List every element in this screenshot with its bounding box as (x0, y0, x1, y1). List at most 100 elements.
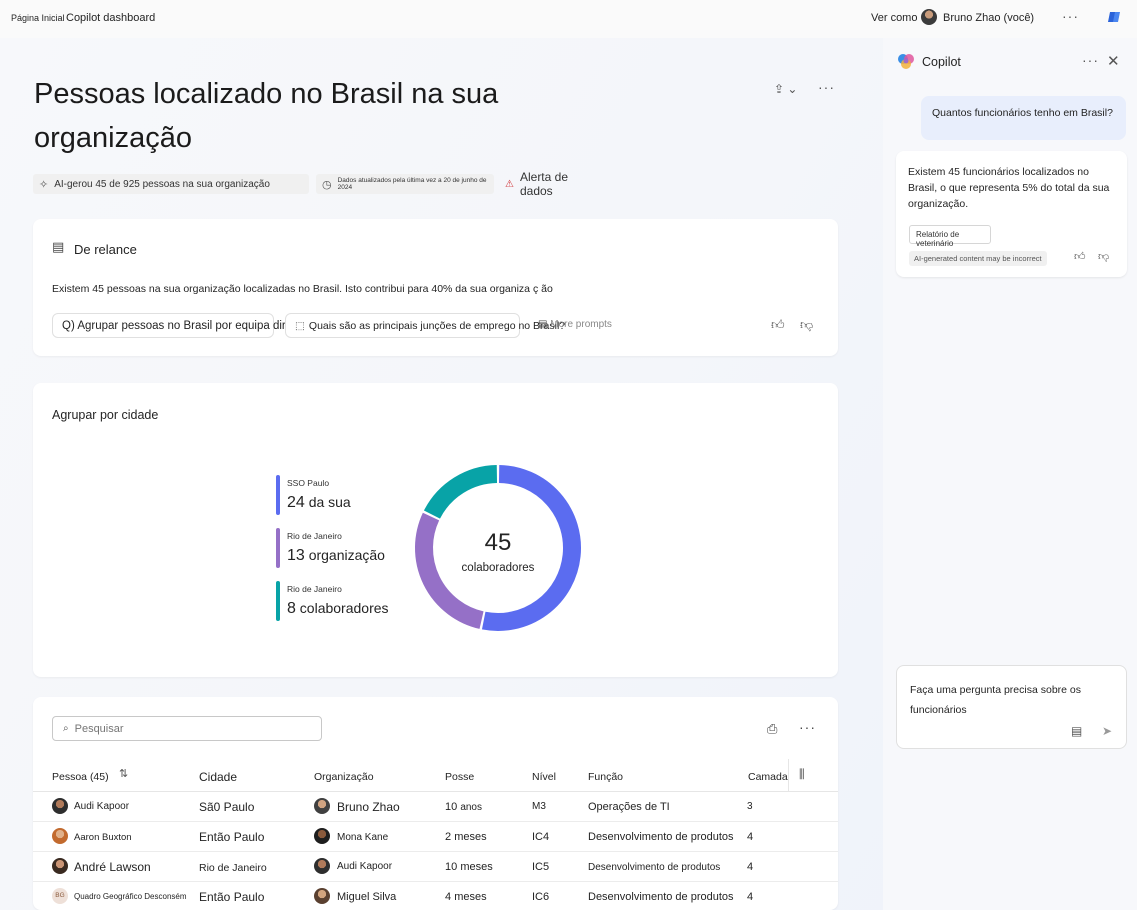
cell-layer: 4 (747, 831, 754, 843)
cell-organization: Bruno Zhao (337, 800, 400, 814)
search-input[interactable] (74, 722, 295, 735)
thumbs-up-icon[interactable]: 👍︎ (1074, 250, 1086, 263)
legend-name: Rio de Janeiro (287, 584, 342, 594)
table-row[interactable]: Aaron Buxton Então Paulo Mona Kane 2 mes… (33, 822, 838, 852)
prompt-label: Quais são as principais junções de empre… (308, 319, 566, 332)
data-updated-chip: ◷ Dados atualizados pela última vez a 20… (316, 174, 494, 194)
close-icon[interactable]: ✕ (1107, 52, 1120, 70)
person-avatar (52, 798, 68, 814)
ai-generated-text: AI-gerou 45 de 925 pessoas na sua organi… (54, 178, 270, 190)
columns-icon: ⫼ (799, 767, 805, 781)
top-more-icon[interactable]: ··· (1062, 8, 1079, 24)
breadcrumb-home[interactable]: Página Inicial (11, 13, 65, 23)
cell-city: Rio de Janeiro (199, 862, 267, 874)
donut-center-label: colaboradores (462, 562, 535, 574)
glance-title: De relance (74, 242, 137, 257)
cell-function: Desenvolvimento de produtos (588, 891, 734, 903)
table-row[interactable]: André Lawson Rio de Janeiro Audi Kapoor … (33, 852, 838, 882)
tenure-number: 10 (445, 801, 458, 813)
reference-chip[interactable]: Relatório de veterinário (909, 225, 991, 248)
people-table-card: ⌕ ⎙ ··· Pessoa (45) ⇅ Cidade Organização… (33, 697, 838, 910)
tenure-number: 2 (445, 831, 452, 843)
prompt-top-job-functions[interactable]: ⬚ Quais são as principais junções de emp… (285, 313, 565, 338)
legend-value-row: 8 colaboradores (287, 600, 389, 618)
chat-composer[interactable]: Faça uma pergunta precisa sobre os funci… (896, 665, 1127, 749)
cell-organization: Mona Kane (337, 832, 389, 843)
export-icon[interactable]: ⎙ (767, 721, 777, 737)
cell-function: Desenvolvimento de produtos (588, 831, 734, 843)
cell-city: Então Paulo (199, 890, 265, 904)
copilot-more-icon[interactable]: ··· (1082, 52, 1099, 68)
warning-icon: ⚠ (505, 178, 514, 190)
tenure-number: 10 (445, 861, 458, 873)
person-avatar (52, 858, 68, 874)
user-message-text: Quantos funcionários tenho em Brasil? (932, 107, 1113, 119)
prompt-library-icon[interactable]: ▤ (1071, 724, 1082, 738)
glance-icon: ▤ (52, 239, 65, 254)
glance-summary: Existem 45 pessoas na sua organização lo… (52, 283, 553, 295)
copilot-toggle-icon[interactable] (1106, 9, 1122, 25)
cell-layer: 4 (747, 861, 754, 873)
cell-city: Então Paulo (199, 830, 265, 844)
cell-level: IC6 (532, 891, 550, 903)
table-row[interactable]: BG Quadro Geográfico Desconsém Então Pau… (33, 882, 838, 910)
search-box[interactable]: ⌕ (52, 716, 322, 741)
prompt-label: Q) Agrupar pessoas no Brasil por equipa … (62, 319, 302, 332)
ai-disclaimer: AI-generated content may be incorrect (909, 251, 1047, 266)
cell-tenure: 4 meses (445, 891, 487, 903)
table-more-icon[interactable]: ··· (799, 719, 816, 735)
legend-color-bar (276, 528, 280, 568)
thumbs-up-icon[interactable]: 👍︎ (771, 317, 785, 333)
cell-person: Aaron Buxton (74, 832, 132, 843)
person-initials-avatar: BG (52, 888, 68, 904)
column-header-level[interactable]: Nível (532, 771, 556, 783)
legend-name: Rio de Janeiro (287, 531, 342, 541)
copilot-logo-icon (898, 54, 914, 69)
legend-value: 8 (287, 600, 296, 617)
column-header-tenure[interactable]: Posse (445, 771, 474, 783)
column-header-layer[interactable]: Camada (748, 771, 788, 783)
column-header-organization[interactable]: Organização (314, 771, 374, 783)
legend-value-row: 13 organização (287, 547, 385, 565)
tenure-unit: meses (454, 831, 487, 843)
table-header: Pessoa (45) ⇅ Cidade Organização Posse N… (33, 759, 838, 792)
donut-slice[interactable] (423, 465, 498, 519)
composer-input[interactable]: Faça uma pergunta precisa sobre os funci… (910, 680, 1110, 720)
at-a-glance-card: ▤ De relance Existem 45 pessoas na sua o… (33, 219, 838, 356)
breadcrumb-current[interactable]: Copilot dashboard (66, 12, 155, 24)
thumbs-down-icon[interactable]: 👎︎ (1098, 250, 1109, 263)
cell-level: IC4 (532, 831, 550, 843)
column-header-city[interactable]: Cidade (199, 770, 237, 784)
data-alert-chip[interactable]: ⚠ Alerta de dados (499, 170, 599, 198)
column-header-person[interactable]: Pessoa (45) (52, 771, 109, 783)
thumbs-down-icon[interactable]: 👎︎ (800, 317, 813, 333)
legend-color-bar (276, 475, 280, 515)
cell-person: André Lawson (74, 860, 151, 874)
cell-function: Operações de TI (588, 801, 670, 813)
legend-value: 13 (287, 547, 305, 564)
share-icon[interactable]: ⇪ ⌄ (774, 82, 797, 96)
group-title: Agrupar por cidade (52, 408, 159, 422)
cell-tenure: 10 meses (445, 861, 493, 873)
legend-suffix: organização (308, 547, 385, 563)
prompt-group-by-team[interactable]: Q) Agrupar pessoas no Brasil por equipa … (52, 313, 302, 338)
tenure-unit: anos (460, 802, 482, 813)
top-bar: Página Inicial Copilot dashboard Ver com… (0, 0, 1137, 38)
cell-layer: 3 (747, 801, 753, 812)
send-icon[interactable]: ➤ (1102, 724, 1112, 738)
view-as-user[interactable]: Bruno Zhao (você) (943, 12, 1034, 24)
legend-name: SSO Paulo (287, 478, 330, 488)
cell-function: Desenvolvimento de produtos (588, 862, 721, 873)
sort-icon[interactable]: ⇅ (119, 767, 128, 780)
prompt-icon: ⬚ (295, 319, 305, 332)
user-avatar[interactable] (921, 9, 937, 25)
title-more-icon[interactable]: ··· (818, 79, 835, 95)
cell-city: Sã0 Paulo (199, 800, 255, 814)
prompts-icon: ▤ (538, 319, 548, 330)
column-settings[interactable]: ⫼ (788, 759, 838, 792)
more-prompts-button[interactable]: ▤ More prompts (538, 319, 612, 330)
table-row[interactable]: Audi Kapoor Sã0 Paulo Bruno Zhao 10 anos… (33, 792, 838, 822)
user-message: Quantos funcionários tenho em Brasil? (921, 96, 1126, 140)
column-header-function[interactable]: Função (588, 771, 623, 783)
legend-value: 24 (287, 494, 305, 511)
